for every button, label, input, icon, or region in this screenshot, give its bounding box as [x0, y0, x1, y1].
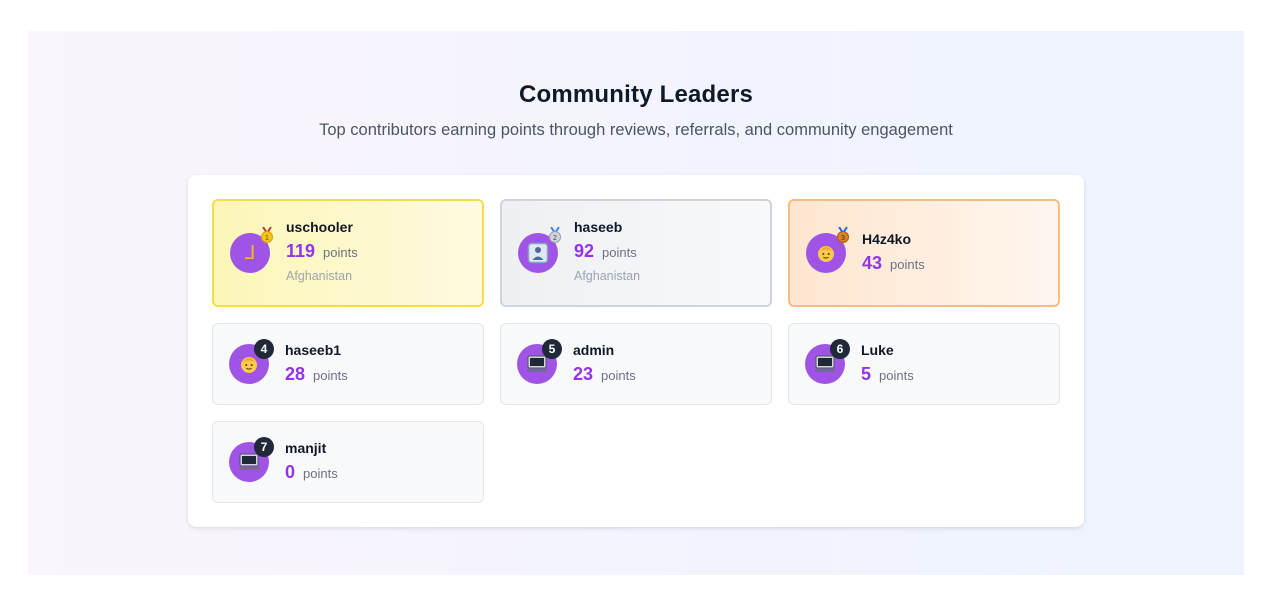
leader-card-rank-3[interactable]: 3 H4z4ko 43 points	[788, 199, 1060, 307]
leader-name: haseeb	[574, 219, 623, 235]
leader-name: manjit	[285, 440, 327, 456]
leader-score: 119	[286, 241, 316, 261]
leader-country: Afghanistan	[574, 269, 641, 283]
leader-card-rank-2[interactable]: 2 haseeb 92 points Afghanistan	[500, 199, 772, 307]
leader-country: Afghanistan	[286, 269, 353, 283]
leader-name: Luke	[861, 342, 894, 358]
rank-badge: 6	[830, 339, 850, 359]
avatar: 7	[229, 437, 274, 482]
leader-name: admin	[573, 342, 615, 358]
leader-score: 92	[574, 241, 595, 261]
leader-card-rank-6[interactable]: 6 Luke 5 points	[788, 323, 1060, 405]
l-glyph-icon: ⅃	[244, 241, 256, 264]
rank-badge: 4	[254, 339, 274, 359]
leader-card-rank-4[interactable]: 4 haseeb1 28 points	[212, 323, 484, 405]
baby-face-icon	[818, 246, 834, 262]
leader-name: H4z4ko	[862, 231, 912, 247]
avatar: 6	[805, 339, 850, 384]
points-label: points	[323, 245, 358, 260]
leader-score: 5	[861, 364, 872, 384]
points-label: points	[303, 466, 338, 481]
person-frame-icon	[527, 242, 549, 264]
leader-score: 28	[285, 364, 306, 384]
leaderboard-section: Community Leaders Top contributors earni…	[28, 31, 1244, 575]
points-label: points	[602, 245, 637, 260]
leader-card-rank-5[interactable]: 5 admin 23 points	[500, 323, 772, 405]
page-subtitle: Top contributors earning points through …	[319, 121, 953, 139]
avatar: 2	[518, 227, 561, 273]
svg-text:3: 3	[841, 234, 845, 242]
leader-score: 0	[285, 462, 296, 482]
points-label: points	[890, 257, 925, 272]
avatar: 4	[229, 339, 274, 384]
leader-score: 43	[862, 253, 883, 273]
points-label: points	[879, 368, 914, 383]
points-label: points	[313, 368, 348, 383]
svg-text:2: 2	[553, 234, 557, 242]
leader-name: uschooler	[286, 219, 353, 235]
page-title: Community Leaders	[518, 81, 754, 108]
leader-score: 23	[573, 364, 594, 384]
leader-name: haseeb1	[285, 342, 342, 358]
leader-card-rank-1[interactable]: ⅃ 1 uschooler 119 points Afghanistan	[212, 199, 484, 307]
rank-badge: 5	[542, 339, 562, 359]
avatar: 3	[806, 227, 849, 273]
leaderboard-panel: ⅃ 1 uschooler 119 points Afghanistan 2 h…	[188, 175, 1084, 527]
svg-text:1: 1	[265, 234, 269, 242]
points-label: points	[601, 368, 636, 383]
leader-card-rank-7[interactable]: 7 manjit 0 points	[212, 421, 484, 503]
bronze-medal-icon: 3	[837, 227, 849, 243]
gold-medal-icon: 1	[261, 227, 273, 243]
avatar: 5	[517, 339, 562, 384]
avatar: ⅃ 1	[230, 227, 273, 273]
rank-badge: 7	[254, 437, 274, 457]
silver-medal-icon: 2	[549, 227, 561, 243]
